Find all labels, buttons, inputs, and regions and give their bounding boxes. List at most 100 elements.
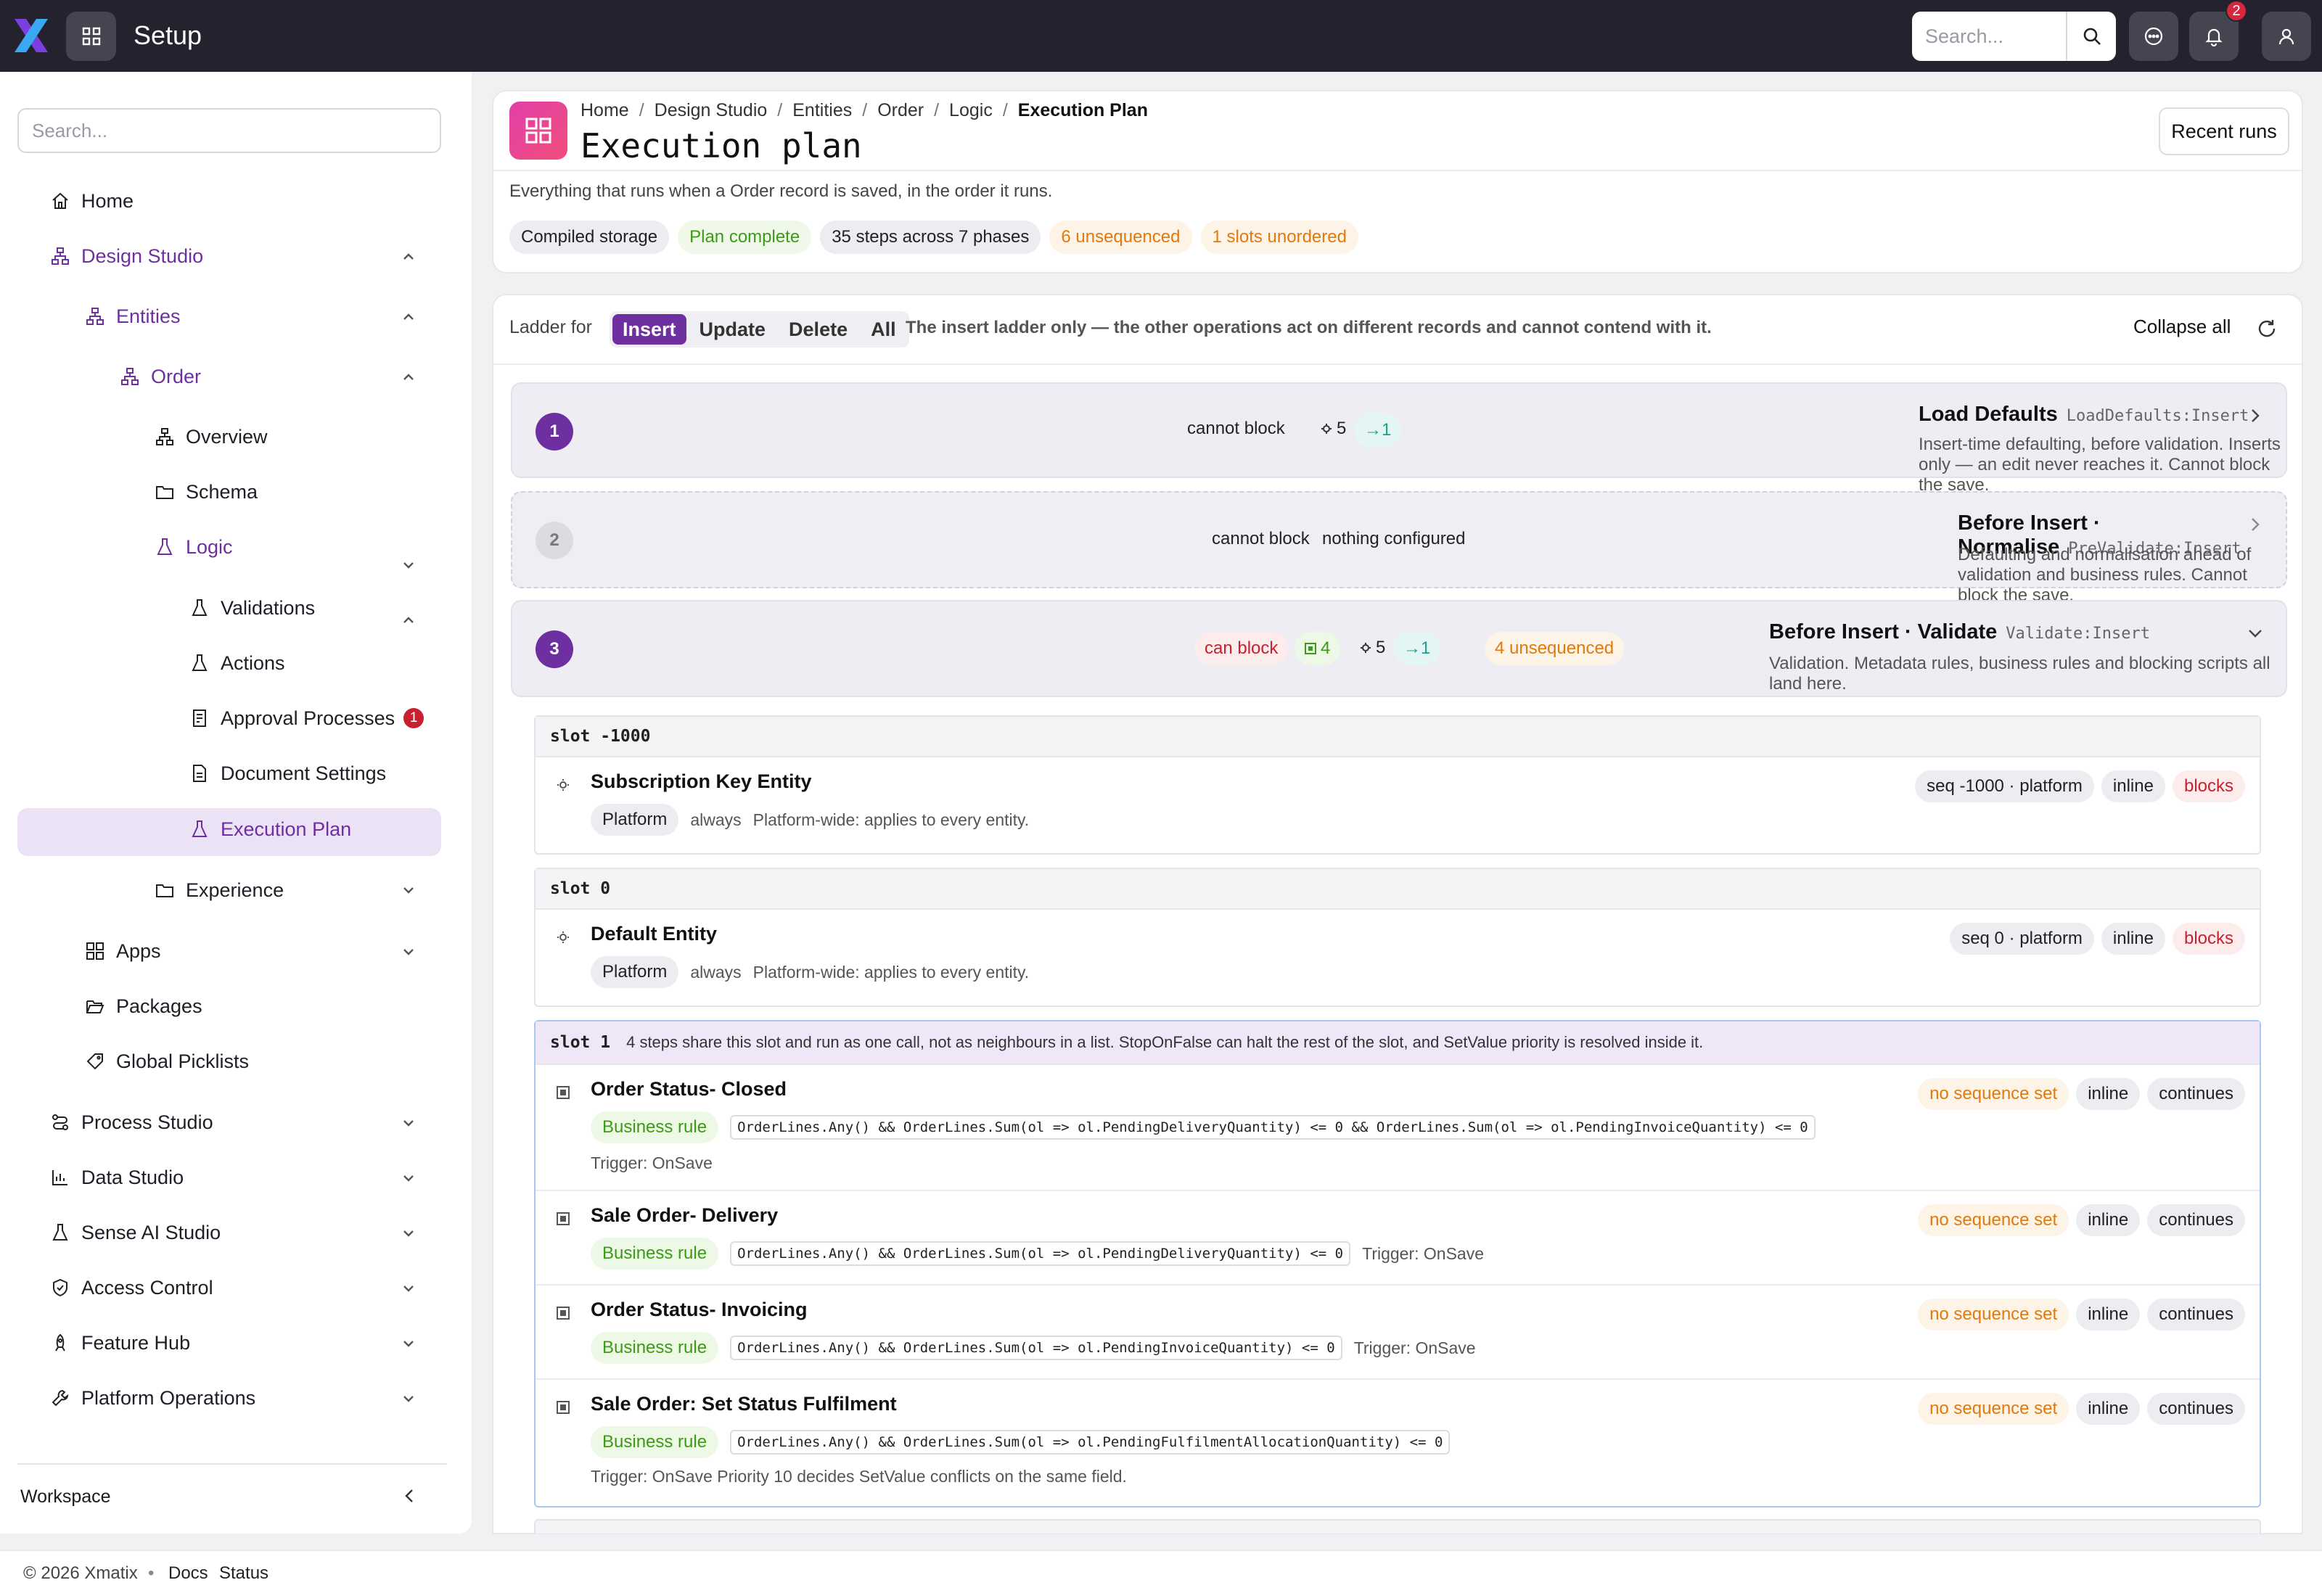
sidebar-item-order[interactable]: Order (120, 361, 201, 392)
chevron-down-icon[interactable] (399, 881, 418, 900)
sidebar-item-document-settings[interactable]: Document Settings (190, 757, 386, 789)
sidebar-item-schema[interactable]: Schema (155, 476, 258, 508)
slot-1: slot 1 4 steps share this slot and run a… (534, 1020, 2261, 1507)
tab-insert[interactable]: Insert (612, 314, 686, 345)
sidebar-item-execution-plan[interactable]: Execution Plan (190, 813, 351, 845)
sidebar-item-platform-operations[interactable]: Platform Operations (51, 1382, 255, 1414)
blocking-tag: blocks (2172, 770, 2245, 802)
footer-link-status[interactable]: Status (219, 1563, 268, 1584)
sidebar-search-input[interactable] (17, 108, 441, 153)
tab-delete[interactable]: Delete (779, 314, 858, 345)
step-name: Default Entity (591, 923, 718, 945)
slot-note: 4 steps share this slot and run as one c… (626, 1033, 1704, 1051)
chip-steps-phases: 35 steps across 7 phases (820, 221, 1041, 254)
sidebar-item-approval-processes[interactable]: Approval Processes 1 (190, 702, 424, 734)
phase-3[interactable]: 3 can block 4 5 →1 4 unsequenced Before … (511, 600, 2287, 697)
chevron-down-icon[interactable] (399, 1224, 418, 1243)
sidebar-item-global-picklists[interactable]: Global Picklists (86, 1045, 249, 1077)
chevron-up-icon[interactable] (399, 368, 418, 387)
chevron-down-icon[interactable] (399, 556, 418, 575)
step-row[interactable]: Order Status- Closed Business rule Order… (536, 1065, 2260, 1191)
collapse-sidebar-icon[interactable] (399, 1485, 421, 1507)
sidebar-item-packages[interactable]: Packages (86, 990, 202, 1022)
sidebar-item-label: Sense AI Studio (81, 1221, 221, 1243)
chevron-down-icon[interactable] (399, 1334, 418, 1353)
search-icon (2083, 28, 2101, 45)
sidebar-item-feature-hub[interactable]: Feature Hub (51, 1327, 190, 1359)
sidebar-item-design-studio[interactable]: Design Studio (51, 240, 203, 272)
tab-all[interactable]: All (861, 314, 906, 345)
chat-button[interactable] (2129, 12, 2178, 61)
grid-icon (82, 27, 100, 46)
sidebar-item-experience[interactable]: Experience (155, 874, 284, 906)
sidebar-item-overview[interactable]: Overview (155, 421, 268, 453)
sidebar-item-label: Overview (186, 425, 268, 448)
chevron-down-icon[interactable] (399, 1389, 418, 1408)
xmatix-logo-icon[interactable] (12, 16, 51, 55)
step-row[interactable]: Sale Order: Set Status Fulfilment Busine… (536, 1380, 2260, 1505)
sidebar-item-label: Validations (221, 596, 316, 619)
user-menu-button[interactable] (2262, 12, 2311, 61)
bell-icon (2205, 28, 2223, 46)
chevron-up-icon[interactable] (399, 611, 418, 630)
chevron-up-icon[interactable] (399, 308, 418, 326)
sidebar-item-process-studio[interactable]: Process Studio (51, 1106, 213, 1138)
chip-compiled-storage: Compiled storage (509, 221, 670, 254)
breadcrumb-home[interactable]: Home (580, 100, 629, 121)
operation-tabs: Insert Update Delete All (610, 311, 909, 347)
sidebar-item-entities[interactable]: Entities (86, 300, 181, 332)
phase-description: Insert-time defaulting, before validatio… (1919, 435, 2281, 495)
breadcrumb-logic[interactable]: Logic (949, 100, 993, 121)
sidebar-item-apps[interactable]: Apps (86, 935, 161, 967)
step-condition: always (690, 962, 742, 982)
sidebar-item-actions[interactable]: Actions (190, 647, 285, 679)
phase-number: 1 (536, 413, 573, 451)
sidebar-item-validations[interactable]: Validations (190, 592, 315, 624)
step-row[interactable]: Default Entity Platform always Platform-… (536, 910, 2260, 1007)
phase-arrow-pill: →1 (1354, 414, 1402, 447)
chevron-down-icon[interactable] (399, 942, 418, 961)
sidebar-item-label: Entities (116, 305, 181, 327)
chevron-down-icon[interactable] (399, 1114, 418, 1132)
step-description: Platform-wide: applies to every entity. (752, 962, 1030, 982)
step-trigger: Trigger: OnSave Priority 10 decides SetV… (591, 1467, 1127, 1486)
sidebar-item-home[interactable]: Home (51, 185, 134, 217)
breadcrumb-entities[interactable]: Entities (792, 100, 852, 121)
step-tags: no sequence set inline continues (1918, 1078, 2245, 1110)
chevron-right-icon[interactable] (2245, 406, 2265, 426)
sidebar-item-data-studio[interactable]: Data Studio (51, 1161, 184, 1193)
phase-1[interactable]: 1 cannot block 5 →1 Load Defaults LoadDef… (511, 382, 2287, 495)
continuation-tag: continues (2147, 1078, 2245, 1110)
sidebar-item-access-control[interactable]: Access Control (51, 1272, 213, 1304)
sequence-tag: no sequence set (1918, 1204, 2069, 1236)
approval-count-badge: 1 (403, 708, 424, 728)
sidebar-item-label: Data Studio (81, 1166, 184, 1188)
collapse-all-button[interactable]: Collapse all (2133, 316, 2231, 338)
chevron-up-icon[interactable] (399, 247, 418, 266)
refresh-icon[interactable] (2255, 317, 2278, 340)
sidebar-item-logic[interactable]: Logic (155, 531, 233, 563)
step-row[interactable]: Order Status- Invoicing Business rule Or… (536, 1286, 2260, 1380)
chevron-down-icon[interactable] (399, 1279, 418, 1298)
recent-runs-button[interactable]: Recent runs (2159, 107, 2289, 155)
phase-2[interactable]: 2 cannot block nothing configured Before… (511, 491, 2287, 605)
flask-icon (52, 1224, 68, 1241)
step-tags: seq -1000 · platform inline blocks (1915, 770, 2245, 802)
breadcrumb-order[interactable]: Order (877, 100, 924, 121)
global-search (1912, 12, 2116, 61)
sidebar-item-label: Apps (116, 939, 161, 962)
step-row[interactable]: Subscription Key Entity Platform always … (536, 757, 2260, 855)
global-search-input[interactable] (1912, 15, 2066, 58)
sidebar-item-sense-ai-studio[interactable]: Sense AI Studio (51, 1217, 221, 1249)
chevron-down-icon[interactable] (399, 1169, 418, 1188)
chevron-right-icon[interactable] (2245, 514, 2265, 535)
chip-plan-complete: Plan complete (678, 221, 812, 254)
step-row[interactable]: Sale Order- Delivery Business rule Order… (536, 1191, 2260, 1286)
breadcrumb-design-studio[interactable]: Design Studio (655, 100, 768, 121)
footer-link-docs[interactable]: Docs (168, 1563, 208, 1584)
flask-icon (192, 820, 208, 837)
app-launcher-button[interactable] (66, 12, 116, 61)
search-button[interactable] (2067, 27, 2116, 46)
chevron-down-icon[interactable] (2245, 623, 2265, 643)
tab-update[interactable]: Update (689, 314, 776, 345)
